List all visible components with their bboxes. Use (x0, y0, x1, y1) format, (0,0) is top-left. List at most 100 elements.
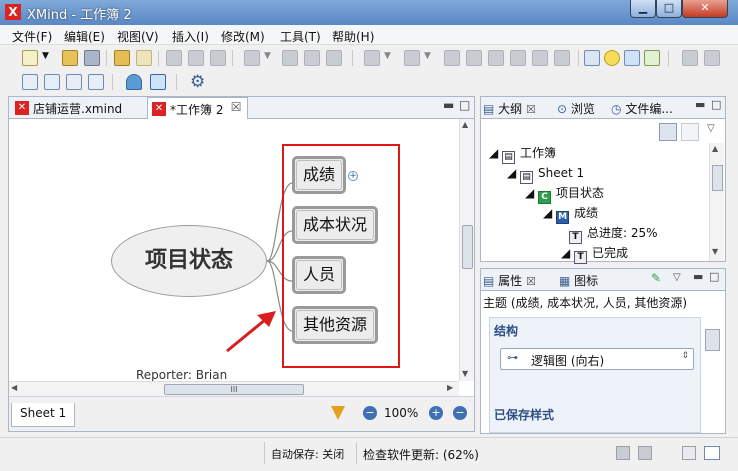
zoom-in-icon[interactable]: + (429, 406, 443, 420)
close-tab-icon[interactable]: ☒ (526, 103, 536, 116)
horizontal-scrollbar[interactable]: ◀ III ▶ (9, 381, 459, 396)
notes-icon[interactable] (488, 50, 504, 66)
insert-topic-icon[interactable] (244, 50, 260, 66)
maximize-view-icon[interactable]: □ (459, 98, 470, 112)
sheet-tab[interactable]: Sheet 1 (11, 403, 76, 427)
task-icon[interactable] (638, 446, 652, 460)
sheet-view-icon[interactable] (22, 74, 38, 90)
menu-insert[interactable]: 插入(I) (172, 28, 209, 45)
outline-scrollbar[interactable]: ▲ ▼ (709, 143, 724, 261)
scroll-up-icon[interactable]: ▲ (712, 144, 718, 153)
tree-view-toggle-icon[interactable] (659, 123, 677, 141)
tree-row[interactable]: ◢ ▤ Sheet 1 (489, 163, 709, 184)
minimize-button[interactable]: ▁ (630, 0, 656, 18)
label-icon[interactable] (510, 50, 526, 66)
minimize-view-icon[interactable]: ▬ (443, 98, 454, 112)
tab-browse[interactable]: ⊙ 浏览 (557, 100, 595, 117)
save-status-icon[interactable] (682, 446, 696, 460)
scroll-right-icon[interactable]: ▶ (447, 383, 453, 392)
maximize-view-icon[interactable]: □ (711, 98, 721, 111)
share-export-icon[interactable] (150, 74, 166, 90)
scroll-thumb[interactable] (705, 329, 720, 351)
tab-outline[interactable]: ▤ 大纲 ☒ (483, 100, 536, 117)
tab-store-operations[interactable]: ✕ 店铺运营.xmind (11, 97, 128, 119)
undo-icon[interactable] (114, 50, 130, 66)
filter-icon[interactable] (331, 406, 345, 420)
chevron-down-icon[interactable]: ▼ (264, 51, 271, 61)
progress-icon[interactable] (616, 446, 630, 460)
vertical-scrollbar[interactable]: ▲ ▼ (459, 119, 474, 381)
boundary-icon[interactable] (326, 50, 342, 66)
zoom-reset-icon[interactable]: − (453, 406, 467, 420)
scroll-thumb[interactable] (712, 165, 723, 191)
redo-icon[interactable] (136, 50, 152, 66)
comment-icon[interactable] (554, 50, 570, 66)
hyperlink-icon[interactable] (466, 50, 482, 66)
menu-file[interactable]: 文件(F) (12, 28, 52, 45)
scroll-left-icon[interactable]: ◀ (11, 383, 17, 392)
menu-help[interactable]: 帮助(H) (332, 28, 374, 45)
gear-icon[interactable]: ⚙ (190, 72, 205, 92)
close-window-button[interactable]: ✕ (682, 0, 728, 18)
view-menu-chevron-icon[interactable]: ▽ (707, 123, 715, 134)
chevron-down-icon[interactable]: ▼ (424, 51, 431, 61)
add-style-icon[interactable]: ✎ (651, 271, 661, 285)
tree-row[interactable]: ◢ M 成绩 (489, 203, 709, 224)
list-view-toggle-icon[interactable] (681, 123, 699, 141)
tree-row[interactable]: ◢ C 项目状态 (489, 183, 709, 204)
tree-row[interactable]: T 总进度: 25% (489, 223, 709, 244)
structure-select[interactable]: ⊶ 逻辑图 (向右) ⇕ (500, 348, 694, 370)
menu-view[interactable]: 视图(V) (117, 28, 159, 45)
gantt-view-icon[interactable] (44, 74, 60, 90)
close-tab-icon[interactable]: ☒ (526, 275, 536, 288)
upload-cloud-icon[interactable] (126, 74, 142, 90)
minimize-view-icon[interactable]: ▬ (693, 270, 703, 283)
view-menu-chevron-icon[interactable]: ▽ (673, 272, 681, 283)
scroll-down-icon[interactable]: ▼ (462, 369, 468, 378)
central-topic[interactable]: 项目状态 (111, 225, 267, 297)
minimize-view-icon[interactable]: ▬ (695, 98, 705, 111)
paste-icon[interactable] (210, 50, 226, 66)
tree-row[interactable]: ◢ T 已完成 (489, 243, 709, 264)
zoom-fit-icon[interactable] (88, 74, 104, 90)
calendar-icon[interactable] (66, 74, 82, 90)
tree-row[interactable]: ◢ ▤ 工作簿 (489, 143, 709, 164)
close-tab-icon[interactable]: ☒ (231, 100, 242, 114)
idea-bulb-icon[interactable] (604, 50, 620, 66)
navigate-forward-icon[interactable] (704, 50, 720, 66)
select-arrow-icon[interactable]: ⇕ (681, 351, 689, 361)
open-folder-icon[interactable] (62, 50, 78, 66)
scroll-thumb[interactable]: III (164, 384, 304, 395)
save-icon[interactable] (84, 50, 100, 66)
outline-view-icon[interactable] (624, 50, 640, 66)
chevron-down-icon[interactable]: ▼ (42, 51, 49, 61)
scroll-up-icon[interactable]: ▲ (462, 120, 468, 129)
menu-modify[interactable]: 修改(M) (221, 28, 265, 45)
scroll-down-icon[interactable]: ▼ (712, 247, 718, 256)
maximize-view-icon[interactable]: □ (709, 270, 719, 283)
summary-icon[interactable] (532, 50, 548, 66)
tab-icons[interactable]: ▦ 图标 (559, 272, 598, 289)
zoom-out-icon[interactable]: − (363, 406, 377, 420)
menu-edit[interactable]: 编辑(E) (64, 28, 105, 45)
cut-icon[interactable] (166, 50, 182, 66)
new-icon[interactable] (22, 50, 38, 66)
relationship-icon[interactable] (304, 50, 320, 66)
tab-file-edit[interactable]: ◷ 文件编... (611, 100, 673, 117)
insert-subtopic-icon[interactable] (282, 50, 298, 66)
tab-properties[interactable]: ▤ 属性 ☒ (483, 272, 536, 289)
chevron-down-icon[interactable]: ▼ (384, 51, 391, 61)
navigate-back-icon[interactable] (682, 50, 698, 66)
task-check-icon[interactable] (644, 50, 660, 66)
maximize-button[interactable]: □ (656, 0, 682, 18)
layout-icon[interactable] (704, 446, 720, 460)
image-icon[interactable] (404, 50, 420, 66)
copy-icon[interactable] (188, 50, 204, 66)
attachment-icon[interactable] (444, 50, 460, 66)
marker-flag-icon[interactable] (364, 50, 380, 66)
tab-workbook-2[interactable]: ✕ *工作簿 2 ☒ (147, 97, 249, 119)
present-icon[interactable] (584, 50, 600, 66)
scroll-thumb[interactable] (462, 225, 473, 269)
map-canvas[interactable]: 项目状态 成绩 + 成本状况 人员 其他资源 Reporter: Brian (9, 119, 459, 381)
menu-tools[interactable]: 工具(T) (280, 28, 321, 45)
